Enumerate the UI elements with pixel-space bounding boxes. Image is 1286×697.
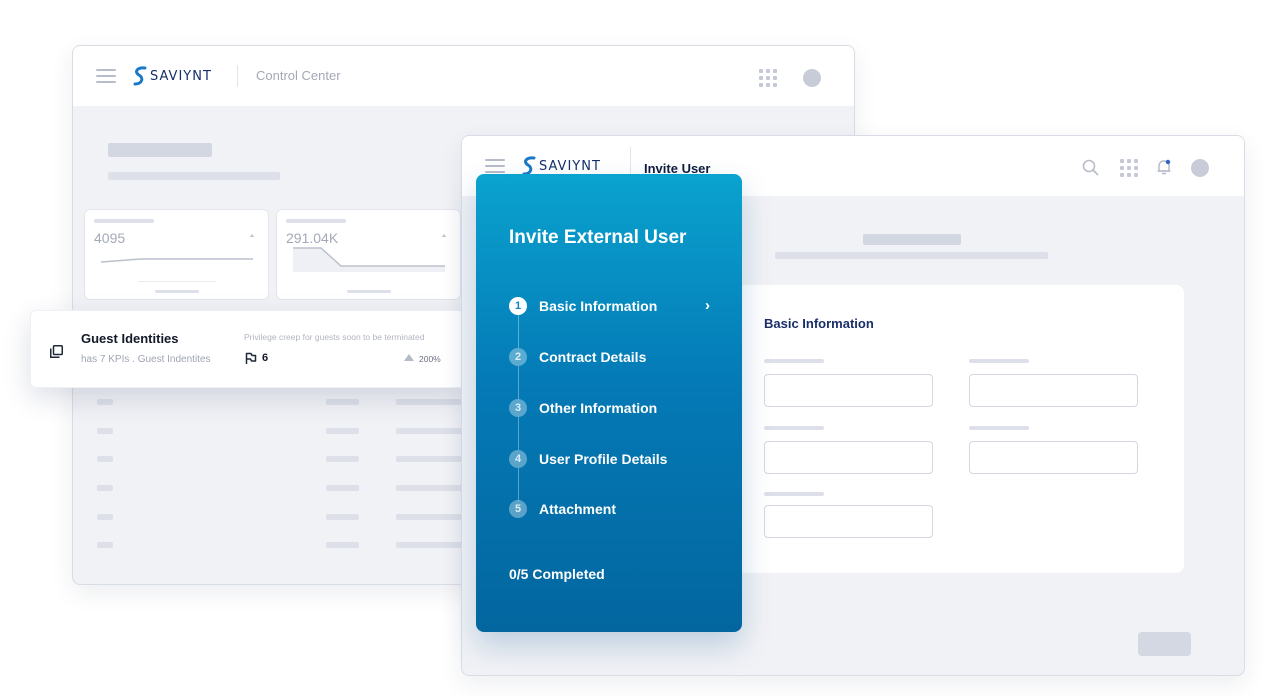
table-row — [396, 428, 466, 434]
field-label-placeholder — [764, 359, 824, 363]
step-connector — [518, 315, 519, 348]
table-row — [396, 514, 466, 520]
brand-name: SAVIYNT — [150, 68, 212, 84]
step-number: 4 — [509, 450, 527, 468]
step-connector — [518, 417, 519, 450]
step-attachment[interactable]: 5 Attachment — [509, 500, 616, 518]
table-row — [97, 514, 113, 520]
form-field[interactable] — [764, 374, 933, 407]
subheading-placeholder — [108, 172, 280, 180]
guest-card-note: Privilege creep for guests soon to be te… — [244, 332, 425, 342]
table-row — [396, 485, 466, 491]
step-label: Basic Information — [539, 298, 658, 314]
step-connector — [518, 366, 519, 399]
step-number: 3 — [509, 399, 527, 417]
step-label: Attachment — [539, 501, 617, 517]
step-number: 5 — [509, 500, 527, 518]
guest-card-count: 6 — [262, 352, 269, 364]
kpi-card[interactable]: 291.04K — [276, 209, 461, 300]
kpi-card[interactable]: 4095 — [84, 209, 269, 300]
field-label-placeholder — [969, 359, 1029, 363]
saviynt-logo-mark-icon — [522, 156, 536, 176]
table-row — [326, 456, 359, 462]
bell-icon[interactable] — [1156, 158, 1172, 176]
table-row — [97, 456, 113, 462]
table-row — [97, 542, 113, 548]
step-other-information[interactable]: 3 Other Information — [509, 399, 657, 417]
step-label: Contract Details — [539, 349, 647, 365]
kpi-value: 4095 — [94, 230, 126, 246]
kpi-axis-line — [138, 281, 216, 282]
step-user-profile-details[interactable]: 4 User Profile Details — [509, 450, 667, 468]
table-row — [326, 485, 359, 491]
step-label: User Profile Details — [539, 451, 668, 467]
step-number: 1 — [509, 297, 527, 315]
menu-icon[interactable] — [96, 69, 116, 83]
invite-stepper-panel: Invite External User 1 Basic Information… — [476, 174, 742, 632]
table-row — [326, 542, 359, 548]
next-button[interactable] — [1138, 632, 1191, 656]
kpi-label-placeholder — [94, 219, 154, 223]
guest-identities-card[interactable]: Guest Identities has 7 KPIs . Guest Inde… — [30, 310, 466, 388]
apps-grid-icon[interactable] — [759, 69, 777, 87]
step-label: Other Information — [539, 400, 658, 416]
field-label-placeholder — [764, 426, 824, 430]
apps-grid-icon[interactable] — [1120, 159, 1138, 177]
kpi-footer-placeholder — [155, 290, 199, 293]
avatar[interactable] — [803, 69, 821, 87]
stepper-title: Invite External User — [509, 227, 687, 248]
form-field[interactable] — [764, 505, 933, 538]
guest-card-title: Guest Identities — [81, 331, 179, 346]
heading-placeholder — [108, 143, 212, 157]
form-field[interactable] — [969, 374, 1138, 407]
flag-icon — [245, 352, 257, 364]
kpi-footer-placeholder — [347, 290, 391, 293]
table-row — [396, 456, 466, 462]
basic-information-form: Basic Information — [736, 285, 1184, 573]
kpi-sparkline — [293, 247, 445, 272]
heading-placeholder — [863, 234, 961, 245]
table-row — [326, 428, 359, 434]
form-section-title: Basic Information — [764, 316, 874, 331]
form-field[interactable] — [969, 441, 1138, 474]
brand-name: SAVIYNT — [539, 158, 601, 174]
table-row — [396, 542, 466, 548]
avatar[interactable] — [1191, 159, 1209, 177]
step-connector — [518, 468, 519, 501]
saviynt-logo[interactable]: SAVIYNT — [522, 156, 601, 176]
guest-card-subtitle: has 7 KPIs . Guest Indentites — [81, 354, 211, 365]
form-field[interactable] — [764, 441, 933, 474]
guest-card-change: 200% — [419, 354, 441, 364]
page-title: Control Center — [256, 68, 341, 83]
menu-icon[interactable] — [485, 159, 505, 173]
chevron-right-icon: › — [705, 297, 710, 314]
control-center-topbar: SAVIYNT Control Center — [73, 46, 854, 106]
trend-up-icon — [442, 234, 446, 237]
table-row — [97, 485, 113, 491]
copy-icon — [50, 345, 63, 358]
field-label-placeholder — [969, 426, 1029, 430]
subheading-placeholder — [775, 252, 1048, 259]
kpi-value: 291.04K — [286, 230, 339, 246]
saviynt-logo-mark-icon — [133, 66, 147, 86]
table-row — [97, 428, 113, 434]
step-basic-information[interactable]: 1 Basic Information — [509, 297, 657, 315]
kpi-sparkline — [101, 258, 253, 263]
table-row — [326, 399, 359, 405]
table-row — [326, 514, 359, 520]
progress-status: 0/5 Completed — [509, 566, 605, 582]
saviynt-logo[interactable]: SAVIYNT — [133, 66, 212, 86]
field-label-placeholder — [764, 492, 824, 496]
step-number: 2 — [509, 348, 527, 366]
trend-up-icon — [404, 354, 414, 361]
header-divider — [237, 65, 238, 87]
step-contract-details[interactable]: 2 Contract Details — [509, 348, 646, 366]
table-row — [396, 399, 466, 405]
kpi-label-placeholder — [286, 219, 346, 223]
table-row — [97, 399, 113, 405]
search-icon[interactable] — [1082, 159, 1099, 176]
trend-up-icon — [250, 234, 254, 237]
